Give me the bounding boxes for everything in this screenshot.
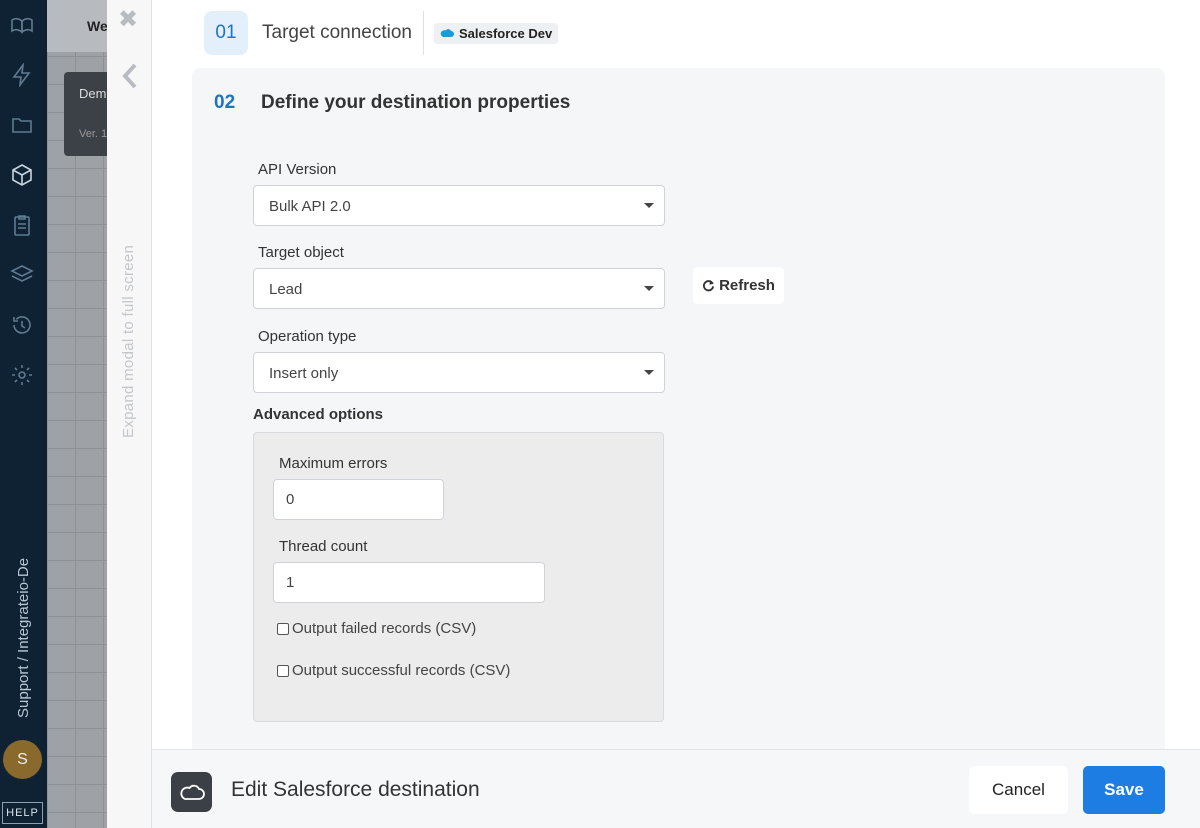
clipboard-icon[interactable] — [9, 212, 35, 238]
output-successful-label: Output successful records (CSV) — [292, 662, 511, 679]
step2-number: 02 — [214, 92, 236, 113]
avatar[interactable]: S — [3, 740, 42, 779]
cancel-button[interactable]: Cancel — [969, 766, 1068, 814]
background-card-title: Dem — [79, 86, 107, 101]
modal: 01 Target connection Salesforce Dev 02 D… — [152, 0, 1200, 828]
modal-title: Edit Salesforce destination — [231, 778, 480, 801]
thread-count-input[interactable]: 1 — [273, 562, 545, 603]
api-version-select[interactable]: Bulk API 2.0 — [253, 185, 665, 226]
connection-badge: Salesforce Dev — [434, 22, 559, 44]
divider — [423, 11, 424, 55]
caret-down-icon — [644, 370, 654, 375]
history-icon[interactable] — [9, 312, 35, 338]
refresh-icon — [703, 279, 715, 292]
background-card: Dem Ver. 1 — [64, 72, 112, 156]
operation-type-value: Insert only — [269, 365, 339, 382]
step-target-connection[interactable]: 01 Target connection Salesforce Dev — [204, 10, 559, 56]
salesforce-destination-icon — [171, 772, 212, 812]
advanced-options-box: Maximum errors 0 Thread count 1 Output f… — [253, 432, 664, 722]
background-header-text: We — [87, 18, 108, 34]
max-errors-label: Maximum errors — [279, 455, 388, 472]
folder-icon[interactable] — [9, 112, 35, 138]
step2-title: Define your destination properties — [261, 92, 571, 113]
step1-number: 01 — [204, 11, 248, 55]
thread-count-label: Thread count — [279, 538, 368, 555]
expand-modal-button[interactable]: Expand modal to full screen — [120, 245, 137, 438]
connection-name: Salesforce Dev — [459, 25, 553, 41]
target-object-select[interactable]: Lead — [253, 268, 665, 309]
help-button[interactable]: HELP — [2, 802, 43, 824]
destination-properties-panel: 02 Define your destination properties AP… — [192, 68, 1165, 768]
target-object-value: Lead — [269, 281, 303, 298]
operation-type-select[interactable]: Insert only — [253, 352, 665, 393]
refresh-label: Refresh — [719, 277, 775, 294]
modal-footer: Edit Salesforce destination Cancel Save — [152, 749, 1200, 828]
output-failed-checkbox[interactable] — [277, 622, 289, 635]
close-icon[interactable]: ✖ — [118, 8, 138, 32]
workspace-label-text: Support / Integrateio-De — [15, 557, 32, 718]
max-errors-value: 0 — [286, 491, 295, 508]
output-successful-checkbox[interactable] — [277, 664, 289, 677]
package-icon[interactable] — [9, 162, 35, 188]
background-card-version: Ver. 1 — [79, 128, 108, 140]
thread-count-value: 1 — [286, 574, 295, 591]
bolt-icon[interactable] — [9, 62, 35, 88]
operation-type-label: Operation type — [258, 328, 357, 345]
output-failed-records-option[interactable]: Output failed records (CSV) — [277, 620, 476, 637]
salesforce-cloud-icon — [440, 29, 454, 37]
max-errors-input[interactable]: 0 — [273, 479, 444, 520]
settings-icon[interactable] — [9, 362, 35, 388]
refresh-button[interactable]: Refresh — [693, 267, 784, 304]
workspace-label[interactable]: Support / Integrateio-De — [4, 498, 44, 718]
logo-icon[interactable] — [9, 12, 35, 38]
background-header: We — [47, 0, 112, 52]
left-sidebar: Support / Integrateio-De S HELP — [0, 0, 47, 828]
caret-down-icon — [644, 203, 654, 208]
caret-down-icon — [644, 286, 654, 291]
api-version-label: API Version — [258, 161, 337, 178]
target-object-label: Target object — [258, 244, 344, 261]
output-successful-records-option[interactable]: Output successful records (CSV) — [277, 662, 510, 679]
layers-icon[interactable] — [9, 262, 35, 288]
step1-title: Target connection — [262, 22, 412, 43]
save-button[interactable]: Save — [1083, 766, 1165, 814]
advanced-options-title: Advanced options — [253, 406, 384, 423]
api-version-value: Bulk API 2.0 — [269, 198, 351, 215]
chevron-left-icon[interactable] — [119, 62, 143, 90]
output-failed-label: Output failed records (CSV) — [292, 620, 477, 637]
